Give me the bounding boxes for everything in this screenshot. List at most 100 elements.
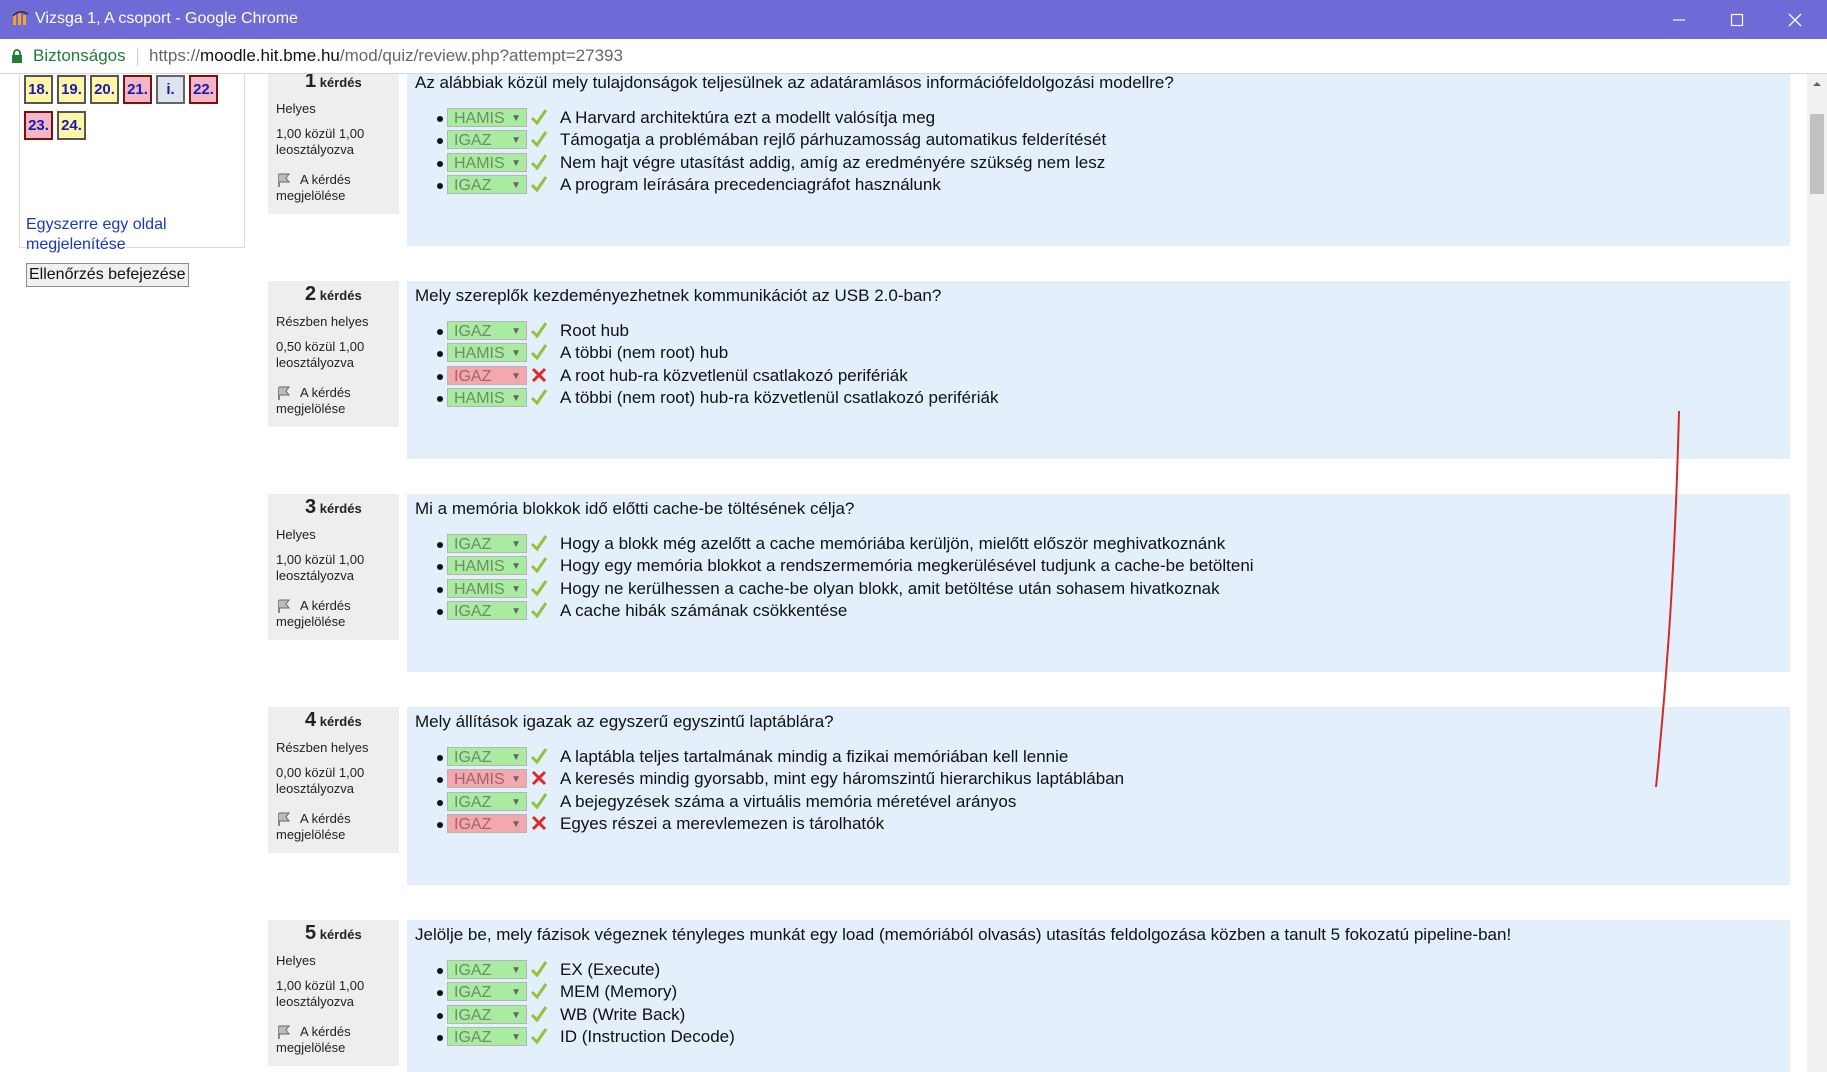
window-title: Vizsga 1, A csoport - Google Chrome <box>35 10 298 27</box>
quiz-nav-button[interactable]: 22. <box>189 75 218 104</box>
url-scheme: https:// <box>149 46 201 65</box>
question-grade: 1,00 közül 1,00 leosztályozva <box>276 978 364 1010</box>
question-grade: 0,50 közül 1,00 leosztályozva <box>276 339 364 371</box>
dropdown-caret-icon: ▼ <box>511 370 521 382</box>
checkmark-icon <box>530 1028 548 1045</box>
vertical-scrollbar[interactable] <box>1807 74 1827 1072</box>
answer-text: Hogy egy memória blokkot a rendszermemór… <box>560 556 1254 576</box>
quiz-nav-button[interactable]: 23. <box>24 111 53 140</box>
answer-select[interactable]: IGAZ ▼ <box>447 175 527 195</box>
question-content: Az alábbiak közül mely tulajdonságok tel… <box>407 74 1790 246</box>
checkmark-icon <box>530 389 548 406</box>
question-number-suffix: kérdés <box>319 714 362 729</box>
url-text[interactable]: https://moodle.hit.bme.hu/mod/quiz/revie… <box>149 46 623 66</box>
answer-choice: HAMIS <box>454 558 505 576</box>
finish-review-button[interactable]: Ellenőrzés befejezése <box>26 263 189 287</box>
grade-line-1: 0,00 közül 1,00 <box>276 765 365 780</box>
minimize-button[interactable] <box>1650 0 1708 39</box>
dropdown-caret-icon: ▼ <box>511 393 521 405</box>
grade-line-2: leosztályozva <box>276 781 355 796</box>
answer-text: A többi (nem root) hub-ra közvetlenül cs… <box>560 388 999 408</box>
answer-select[interactable]: IGAZ ▼ <box>447 814 527 834</box>
secure-label[interactable]: Biztonságos <box>33 46 126 66</box>
question-text: Jelölje be, mely fázisok végeznek tényle… <box>415 925 1512 944</box>
answer-select[interactable]: IGAZ ▼ <box>447 365 527 385</box>
question-state: Részben helyes <box>276 314 369 329</box>
question-number-value: 3 <box>305 496 317 518</box>
answer-choice: IGAZ <box>454 367 492 385</box>
answer-choice: IGAZ <box>454 749 492 766</box>
close-button[interactable] <box>1766 0 1824 39</box>
dropdown-caret-icon: ▼ <box>511 135 521 147</box>
answer-text: Nem hajt végre utasítást addig, amíg az … <box>560 152 1106 172</box>
flag-icon <box>278 173 290 187</box>
question-number-suffix: kérdés <box>319 288 362 303</box>
quiz-nav-button[interactable]: 21. <box>123 75 152 104</box>
answer-select[interactable]: IGAZ ▼ <box>447 534 527 553</box>
dropdown-caret-icon: ▼ <box>511 180 521 192</box>
answer-text: A keresés mindig gyorsabb, mint egy háro… <box>560 769 1125 789</box>
flag-question[interactable]: A kérdés megjelölése <box>276 1024 351 1056</box>
checkmark-icon <box>530 344 548 361</box>
grade-line-2: leosztályozva <box>276 994 355 1009</box>
dropdown-caret-icon: ▼ <box>511 606 521 618</box>
answer-select[interactable]: HAMIS ▼ <box>447 343 527 363</box>
question-number-value: 5 <box>305 922 317 944</box>
flag-label-2: megjelölése <box>276 188 346 203</box>
question-1: 1 kérdés Helyes 1,00 közül 1,00 leosztály… <box>268 74 1790 246</box>
quiz-nav-button[interactable]: 19. <box>57 75 86 104</box>
answer-select[interactable]: IGAZ ▼ <box>447 601 527 621</box>
dropdown-caret-icon: ▼ <box>511 583 521 595</box>
answer-choice: IGAZ <box>454 177 492 195</box>
show-one-page-link[interactable]: Egyszerre egy oldal megjelenítése <box>26 215 226 255</box>
flag-question[interactable]: A kérdés megjelölése <box>276 598 351 630</box>
address-bar[interactable]: Biztonságos https://moodle.hit.bme.hu/mo… <box>0 39 1827 74</box>
answer-choice: IGAZ <box>454 962 492 979</box>
answer-select[interactable]: HAMIS ▼ <box>447 556 527 576</box>
answer-choice: IGAZ <box>454 984 492 1002</box>
answer-select[interactable]: IGAZ ▼ <box>447 960 527 979</box>
answer-choice: HAMIS <box>454 345 505 363</box>
scrollbar-thumb[interactable] <box>1810 114 1824 194</box>
bullet <box>437 329 443 335</box>
quiz-nav-button[interactable]: 24. <box>57 111 86 140</box>
answer-select[interactable]: HAMIS ▼ <box>447 388 527 408</box>
bullet <box>437 351 443 358</box>
question-info: 5 kérdés Helyes 1,00 közül 1,00 leosztály… <box>268 920 399 1066</box>
answer-select[interactable]: IGAZ ▼ <box>447 982 527 1002</box>
quiz-nav-button[interactable]: 20. <box>90 75 119 104</box>
flag-question[interactable]: A kérdés megjelölése <box>276 811 351 843</box>
question-text: Mi a memória blokkok idő előtti cache-be… <box>415 499 855 518</box>
answer-select[interactable]: IGAZ ▼ <box>447 791 527 811</box>
bullet <box>437 822 443 829</box>
answer-select[interactable]: HAMIS ▼ <box>447 108 527 127</box>
answer-text: Támogatja a problémában rejlő párhuzamos… <box>560 130 1107 150</box>
checkmark-icon <box>530 602 548 619</box>
answer-text: A laptábla teljes tartalmának mindig a f… <box>560 747 1069 766</box>
quiz-nav-info-button[interactable]: i. <box>156 75 185 104</box>
answer-select[interactable]: HAMIS ▼ <box>447 578 527 598</box>
answer-select[interactable]: IGAZ ▼ <box>447 130 527 150</box>
flag-question[interactable]: A kérdés megjelölése <box>276 385 351 417</box>
scroll-up-arrow-icon[interactable] <box>1807 76 1827 92</box>
answer-select[interactable]: IGAZ ▼ <box>447 1004 527 1024</box>
answer-select[interactable]: IGAZ ▼ <box>447 321 527 340</box>
grade-line-2: leosztályozva <box>276 142 355 157</box>
maximize-button[interactable] <box>1708 0 1766 39</box>
close-icon <box>1788 13 1802 27</box>
answer-select[interactable]: HAMIS ▼ <box>447 769 527 789</box>
quiz-nav-button[interactable]: 18. <box>24 75 53 104</box>
url-path: /mod/quiz/review.php?attempt=27393 <box>339 46 623 65</box>
answer-select[interactable]: IGAZ ▼ <box>447 1027 527 1047</box>
flag-question[interactable]: A kérdés megjelölése <box>276 172 351 204</box>
bullet <box>437 990 443 997</box>
address-separator <box>137 48 138 66</box>
answer-select[interactable]: IGAZ ▼ <box>447 747 527 766</box>
question-content: Mi a memória blokkok idő előtti cache-be… <box>407 494 1790 672</box>
answer-select[interactable]: HAMIS ▼ <box>447 152 527 172</box>
flag-label-2: megjelölése <box>276 827 346 842</box>
checkmark-icon <box>530 748 548 765</box>
checkmark-icon <box>530 792 548 810</box>
question-info: 4 kérdés Részben helyes 0,00 közül 1,00 l… <box>268 707 399 853</box>
dropdown-caret-icon: ▼ <box>511 157 521 169</box>
